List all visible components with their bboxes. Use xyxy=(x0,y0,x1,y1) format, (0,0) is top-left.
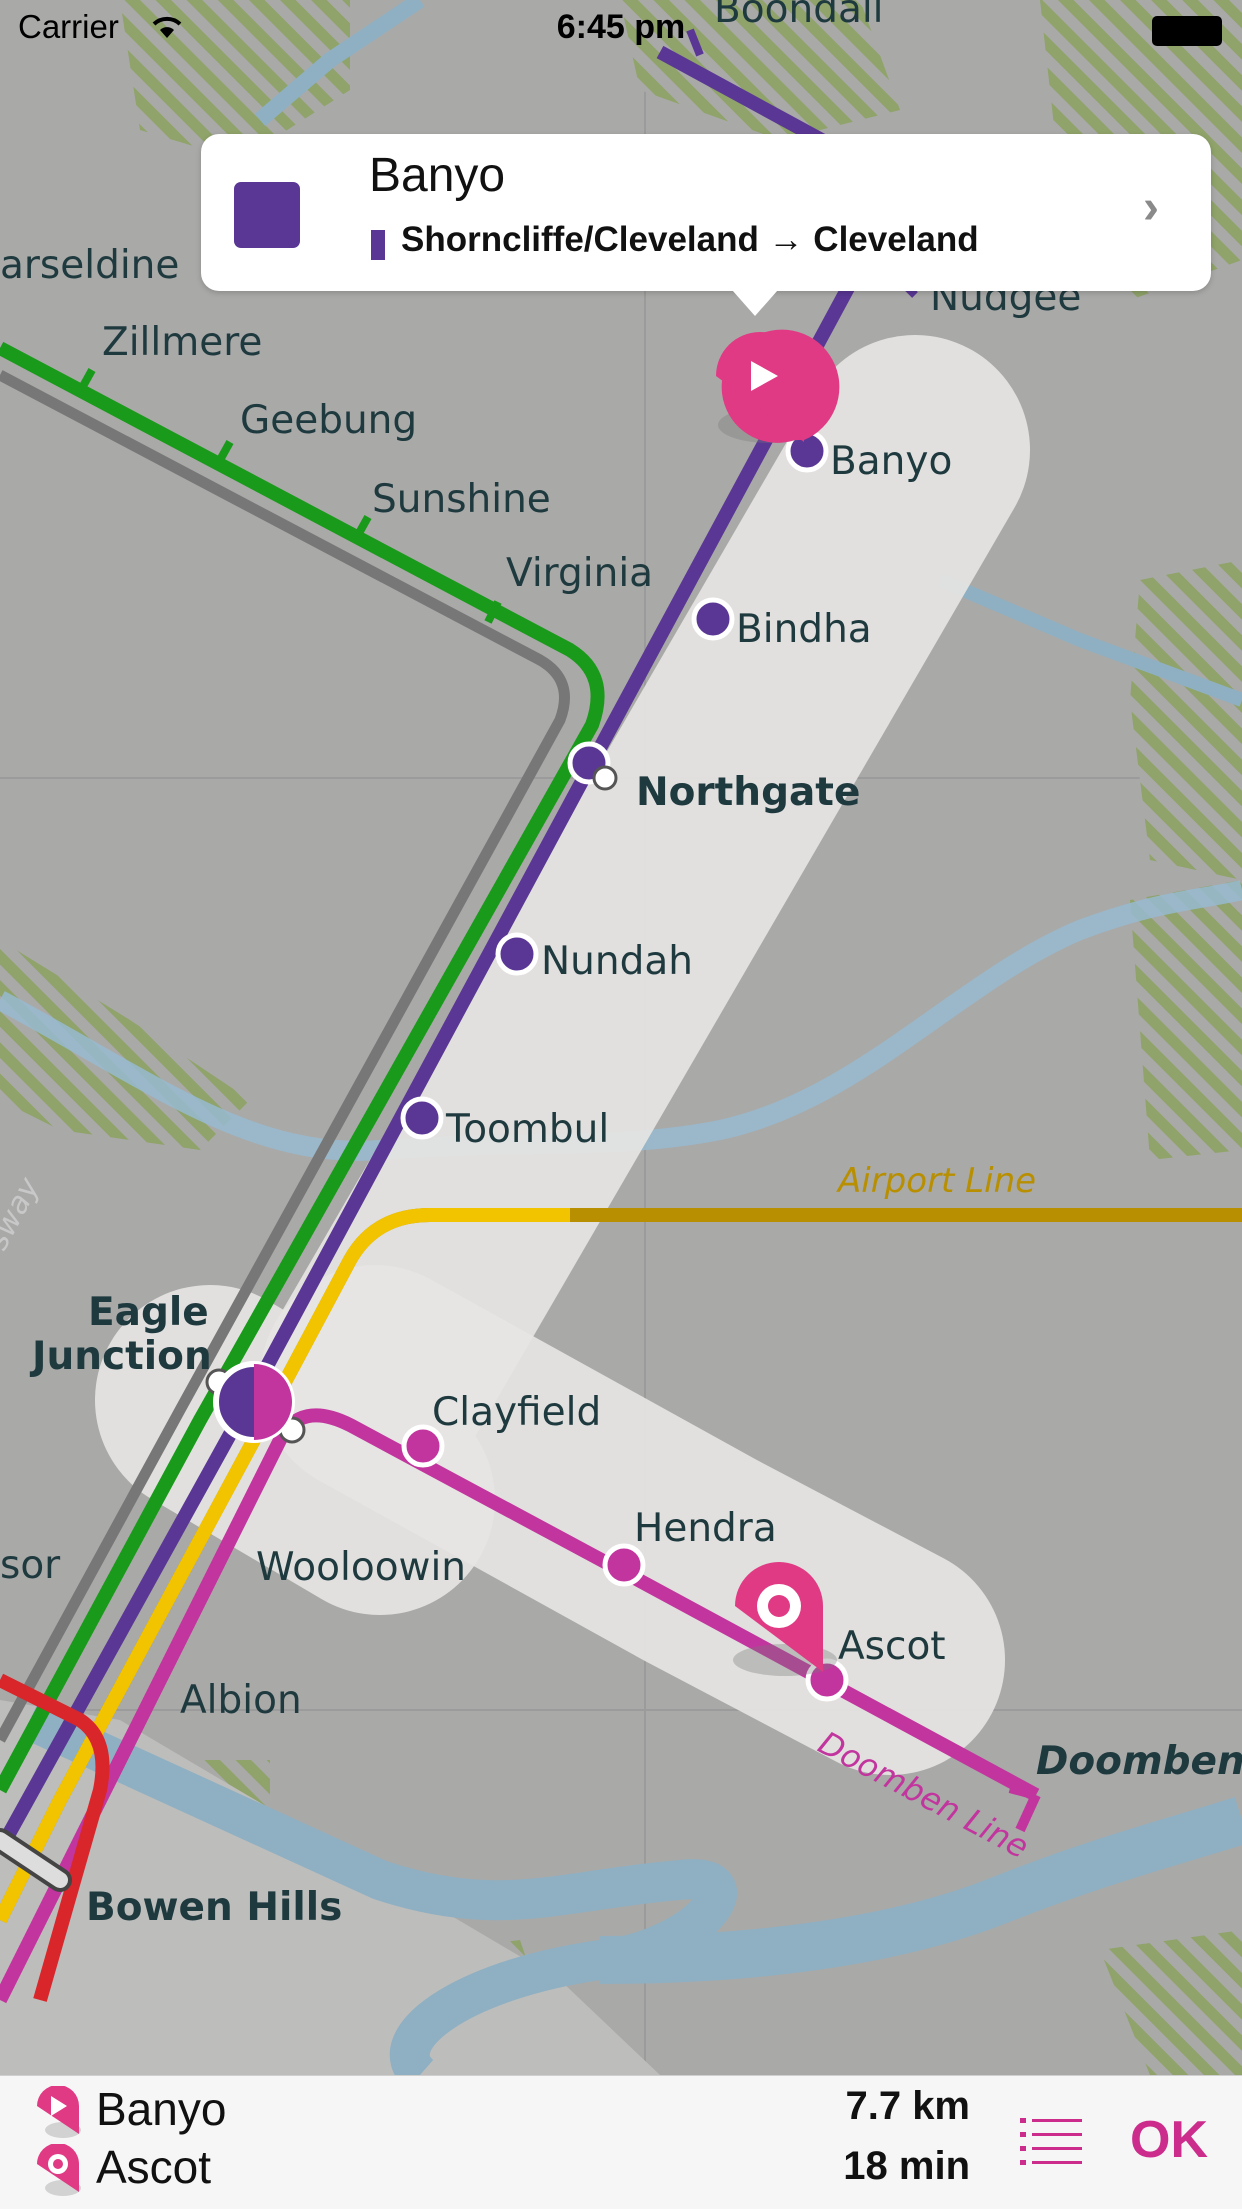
station-label-bowen-hills[interactable]: Bowen Hills xyxy=(86,1885,342,1930)
route-summary-bar: Banyo Ascot 7.7 km 18 min OK xyxy=(0,2075,1242,2209)
park-area xyxy=(1130,560,1242,880)
station-label-banyo[interactable]: Banyo xyxy=(830,439,952,484)
destination-station[interactable]: Ascot xyxy=(96,2140,211,2194)
station-label-clayfield[interactable]: Clayfield xyxy=(432,1390,601,1435)
station-label-bindha[interactable]: Bindha xyxy=(736,607,872,652)
freeway-label: sway xyxy=(0,1171,47,1256)
station-label-zillmere[interactable]: Zillmere xyxy=(102,320,262,365)
station-label-nundah[interactable]: Nundah xyxy=(541,939,693,984)
list-icon[interactable] xyxy=(1020,2116,1082,2168)
origin-map-pin-icon[interactable] xyxy=(716,329,840,443)
station-label-northgate[interactable]: Northgate xyxy=(636,770,860,815)
station-label-wooloowin[interactable]: Wooloowin xyxy=(256,1545,466,1590)
station-label-virginia[interactable]: Virginia xyxy=(506,551,653,596)
station-label-eagle-junction-line1[interactable]: Eagle xyxy=(88,1290,209,1335)
station-label-toombul[interactable]: Toombul xyxy=(445,1107,609,1152)
station-label-ascot[interactable]: Ascot xyxy=(838,1624,946,1669)
station-label-albion[interactable]: Albion xyxy=(180,1678,302,1723)
park-area xyxy=(1100,1930,1242,2075)
station-label-eagle-junction-line2[interactable]: Junction xyxy=(29,1334,212,1379)
destination-pin-icon xyxy=(37,2144,81,2196)
station-label-geebung[interactable]: Geebung xyxy=(240,398,417,443)
status-bar: Carrier 6:45 pm xyxy=(0,0,1242,62)
station-label-hendra[interactable]: Hendra xyxy=(634,1506,777,1551)
callout-route: Shorncliffe/Cleveland → Cleveland xyxy=(401,220,979,259)
route-distance: 7.7 km xyxy=(845,2084,970,2128)
battery-icon xyxy=(1152,16,1222,46)
origin-station[interactable]: Banyo xyxy=(96,2082,226,2136)
station-callout[interactable]: Banyo Shorncliffe/Cleveland → Cleveland … xyxy=(201,134,1211,291)
origin-pin-icon xyxy=(37,2086,81,2138)
status-time: 6:45 pm xyxy=(556,8,686,46)
station-label-windsor[interactable]: sor xyxy=(0,1543,61,1588)
line-color-swatch xyxy=(234,182,300,248)
chevron-right-icon[interactable]: › xyxy=(1143,180,1159,235)
station-label-carseldine[interactable]: arseldine xyxy=(0,243,179,288)
rail-map[interactable]: Boondall arseldine Zillmere Geebung Suns… xyxy=(0,0,1242,2208)
park-area xyxy=(1130,880,1242,1160)
airport-line-label: Airport Line xyxy=(836,1161,1036,1201)
line-color-marker xyxy=(371,230,385,260)
callout-station-name: Banyo xyxy=(369,149,506,202)
ok-button[interactable]: OK xyxy=(1130,2110,1208,2170)
route-duration: 18 min xyxy=(843,2144,970,2188)
station-label-sunshine[interactable]: Sunshine xyxy=(372,477,551,522)
callout-pointer xyxy=(725,282,785,316)
station-label-doomben[interactable]: Doomben xyxy=(1036,1739,1242,1784)
